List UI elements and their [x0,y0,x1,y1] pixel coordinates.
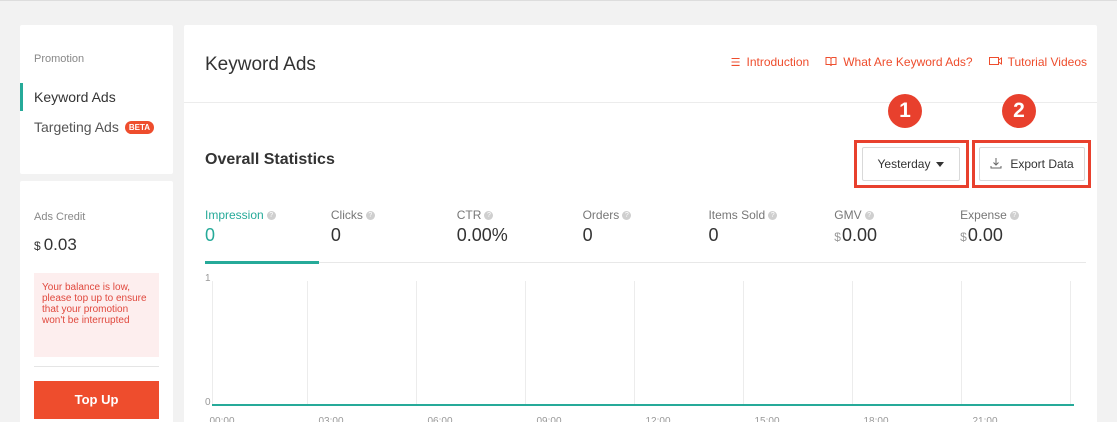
currency-symbol: $ [34,239,41,253]
metric-value: 0.00% [456,225,508,245]
series-line [212,404,1074,406]
low-balance-warning: Your balance is low, please top up to en… [34,273,159,357]
y-tick-label: 1 [205,273,211,284]
y-tick-label: 0 [205,397,211,408]
keyword-ads-main: Keyword Ads ☰ Introduction What Are Keyw… [184,25,1097,422]
impression-chart: 1 0 00:00 03:00 06:00 09:00 12:00 15:00 18:00 2… [198,273,1093,422]
introduction-link[interactable]: ☰ Introduction [731,55,810,69]
x-tick-label: 18:00 [863,416,889,422]
list-icon: ☰ [730,56,741,69]
ads-credit-heading: Ads Credit [34,211,86,223]
x-tick-label: 21:00 [972,416,998,422]
metric-amount: 0.00 [841,225,878,245]
metric-label: Expense [960,208,1007,222]
x-tick-label: 00:00 [209,416,235,422]
metric-value: 0 [582,225,593,245]
chart-gridline [307,281,308,406]
x-tick-label: 06:00 [427,416,453,422]
x-tick-label: 09:00 [536,416,562,422]
chart-gridline [961,281,962,406]
metric-value: 0 [708,225,719,245]
currency-symbol: $ [834,230,841,244]
metric-tab-gmv[interactable]: GMV? $0.00 [834,207,960,262]
chart-y-axis [212,281,213,406]
help-links: ☰ Introduction What Are Keyword Ads? Tut… [731,55,1087,69]
balance-amount: 0.03 [43,235,77,254]
metric-label: Impression [205,208,264,222]
chart-gridline [743,281,744,406]
date-dropdown-highlight [854,140,969,188]
help-icon[interactable]: ? [484,210,494,220]
sidebar-item-label: Targeting Ads [34,119,119,135]
callout-badge-1: 1 [888,94,922,128]
chart-gridline [634,281,635,406]
ads-credit-balance: $0.03 [34,235,77,255]
video-icon [988,56,1002,69]
divider [34,366,159,367]
help-icon[interactable]: ? [1009,210,1019,220]
sidebar-item-label: Keyword Ads [34,89,116,105]
metric-label: CTR [456,208,482,222]
sidebar-item-keyword-ads[interactable]: Keyword Ads [20,83,173,111]
help-icon[interactable]: ? [768,210,778,220]
metric-label: Orders [582,208,620,222]
metric-tab-orders[interactable]: Orders? 0 [583,207,709,262]
metrics-tabs: Impression? 0 Clicks? 0 CTR? 0.00% Order… [205,207,1086,264]
metric-tab-items-sold[interactable]: Items Sold? 0 [708,207,834,262]
chart-gridline [525,281,526,406]
link-label: Tutorial Videos [1007,55,1087,69]
overall-statistics-title: Overall Statistics [205,151,335,168]
sidebar-item-targeting-ads[interactable]: Targeting Ads BETA [20,113,173,141]
metric-label: Clicks [330,208,363,222]
chart-gridline [852,281,853,406]
currency-symbol: $ [960,230,967,244]
link-label: Introduction [746,55,810,69]
page-background: Promotion Keyword Ads Targeting Ads BETA … [0,0,1117,422]
what-are-keyword-ads-link[interactable]: What Are Keyword Ads? [825,55,973,69]
help-icon[interactable]: ? [365,210,375,220]
metric-tab-ctr[interactable]: CTR? 0.00% [457,207,583,262]
promotion-sidebar: Promotion Keyword Ads Targeting Ads BETA [20,25,173,174]
page-title: Keyword Ads [205,54,316,75]
metric-value: $0.00 [834,225,960,246]
metric-value: $0.00 [960,225,1086,246]
metric-amount: 0.00 [967,225,1003,245]
metric-tab-clicks[interactable]: Clicks? 0 [331,207,457,262]
metric-tab-impression[interactable]: Impression? 0 [205,207,331,264]
x-tick-label: 12:00 [645,416,671,422]
help-icon[interactable]: ? [266,210,276,220]
ads-credit-panel: Ads Credit $0.03 Your balance is low, pl… [20,181,173,422]
book-icon [825,56,837,69]
chart-gridline [416,281,417,406]
metric-label: Items Sold [708,208,766,222]
callout-badge-2: 2 [1002,94,1036,128]
metric-value: 0 [330,225,341,245]
promotion-heading: Promotion [34,53,85,65]
link-label: What Are Keyword Ads? [843,55,973,69]
export-button-highlight [972,140,1091,188]
chart-gridline [1070,281,1071,406]
x-tick-label: 15:00 [754,416,780,422]
metric-label: GMV [834,208,862,222]
tutorial-videos-link[interactable]: Tutorial Videos [988,55,1087,69]
help-icon[interactable]: ? [864,210,874,220]
help-icon[interactable]: ? [622,210,632,220]
x-tick-label: 03:00 [318,416,344,422]
top-up-button[interactable]: Top Up [34,381,159,419]
metric-value: 0 [205,225,216,245]
beta-badge: BETA [124,121,155,134]
header-divider [184,102,1097,103]
metric-tab-expense[interactable]: Expense? $0.00 [960,207,1086,262]
